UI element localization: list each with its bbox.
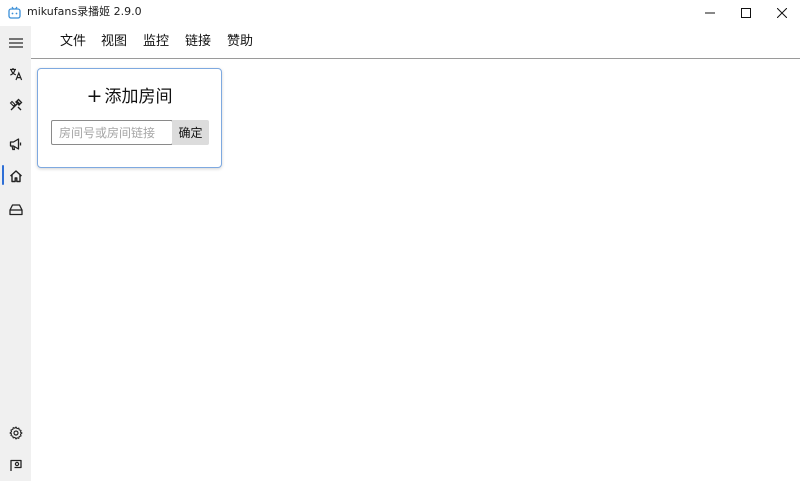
sidebar-item-feedback[interactable] — [0, 450, 31, 480]
close-button[interactable] — [764, 0, 800, 26]
add-room-title: + 添加房间 — [38, 85, 221, 108]
feedback-icon — [9, 459, 22, 471]
sidebar-item-home[interactable] — [0, 161, 31, 191]
add-room-label: 添加房间 — [104, 87, 173, 107]
sidebar-item-announcement[interactable] — [0, 129, 31, 159]
hamburger-menu-icon — [8, 38, 23, 48]
menu-view[interactable]: 视图 — [101, 34, 127, 50]
sidebar-item-settings[interactable] — [0, 418, 31, 448]
menu-bar: 文件 视图 监控 链接 赞助 — [31, 26, 800, 59]
add-room-card: +添加房间 确定 — [37, 68, 222, 168]
tools-icon — [9, 98, 22, 111]
megaphone-icon — [9, 138, 21, 151]
maximize-button[interactable] — [728, 0, 764, 26]
menu-sponsor[interactable]: 赞助 — [227, 34, 253, 50]
sidebar-item-tools[interactable] — [0, 90, 31, 120]
storage-icon — [8, 204, 23, 216]
menu-links[interactable]: 链接 — [185, 34, 211, 50]
title-bar: mikufans录播姬 2.9.0 — [0, 0, 800, 26]
maximize-icon — [741, 8, 751, 18]
minimize-icon — [705, 12, 715, 14]
close-icon — [777, 8, 787, 18]
sidebar-item-language[interactable] — [0, 59, 31, 89]
tv-icon — [8, 6, 21, 19]
gear-icon — [8, 426, 23, 440]
translate-icon — [9, 68, 22, 81]
sidebar — [0, 26, 31, 481]
window-title: mikufans录播姬 2.9.0 — [27, 5, 142, 18]
minimize-button[interactable] — [692, 0, 728, 26]
active-indicator — [2, 165, 4, 185]
confirm-button[interactable]: 确定 — [172, 120, 209, 145]
plus-icon: + — [86, 85, 103, 107]
sidebar-toggle-button[interactable] — [0, 28, 31, 58]
menu-monitor[interactable]: 监控 — [143, 34, 169, 50]
room-id-input[interactable] — [51, 120, 173, 145]
menu-file[interactable]: 文件 — [60, 34, 86, 50]
sidebar-item-storage[interactable] — [0, 194, 31, 224]
home-icon — [9, 170, 22, 183]
